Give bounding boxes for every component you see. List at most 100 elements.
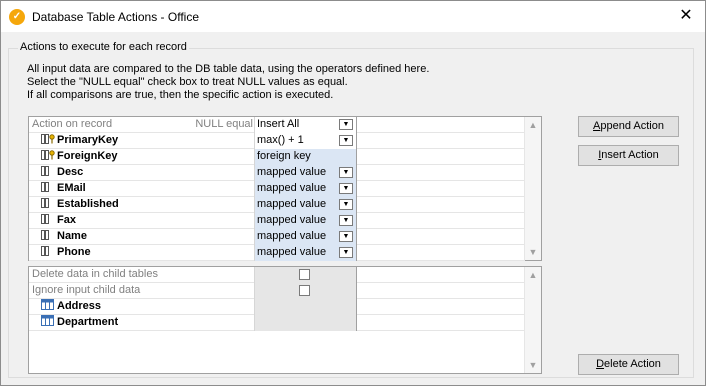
field-row: Phone mapped value ▼ [29, 245, 525, 261]
field-value: mapped value [257, 230, 327, 242]
column-field-icon [41, 246, 49, 256]
child-table-row: Department [29, 315, 525, 331]
field-value: mapped value [257, 246, 327, 258]
table-icon [41, 299, 54, 310]
action-select-value: Insert All [257, 118, 300, 130]
child-table-label: Address [57, 300, 102, 312]
field-name: ForeignKey [29, 149, 255, 165]
scroll-down-icon[interactable]: ▼ [525, 357, 541, 373]
scroll-up-icon[interactable]: ▲ [525, 117, 541, 133]
option-cell [255, 283, 357, 299]
child-table-cell [255, 299, 357, 315]
dropdown-arrow-icon[interactable]: ▼ [339, 215, 353, 226]
null-equal-label: NULL equal [195, 118, 253, 130]
field-name: Fax [29, 213, 255, 229]
button-label: nsert Action [601, 149, 659, 161]
mnemonic: D [596, 358, 605, 370]
description-line: Select the "NULL equal" check box to tre… [27, 76, 348, 88]
vertical-scrollbar[interactable]: ▲ ▼ [524, 117, 541, 260]
option-row: Ignore input child data [29, 283, 525, 299]
column-field-icon [41, 198, 49, 208]
column-field-icon [41, 230, 49, 240]
action-grid: Action on record NULL equal Insert All ▼… [28, 116, 542, 261]
column-field-icon [41, 166, 49, 176]
field-label: Desc [57, 166, 84, 178]
field-value: mapped value [257, 198, 327, 210]
field-label: Phone [57, 246, 91, 258]
field-value-select[interactable]: max() + 1 ▼ [255, 133, 357, 149]
option-checkbox[interactable] [299, 285, 310, 296]
field-value: mapped value [257, 166, 327, 178]
field-value-select[interactable]: mapped value ▼ [255, 245, 357, 261]
dropdown-arrow-icon[interactable]: ▼ [339, 183, 353, 194]
option-label: Ignore input child data [29, 283, 255, 299]
field-name: PrimaryKey [29, 133, 255, 149]
child-table-cell [255, 315, 357, 331]
action-header-row: Action on record NULL equal Insert All ▼ [29, 117, 525, 133]
action-select[interactable]: Insert All ▼ [255, 117, 357, 133]
child-table-name: Address [29, 299, 255, 315]
field-name: Desc [29, 165, 255, 181]
dropdown-arrow-icon[interactable]: ▼ [339, 199, 353, 210]
field-value: mapped value [257, 214, 327, 226]
field-value-select[interactable]: foreign key [255, 149, 357, 165]
child-table-name: Department [29, 315, 255, 331]
child-table-row: Address [29, 299, 525, 315]
button-label: elete Action [604, 358, 661, 370]
option-cell [255, 267, 357, 283]
title-bar: ✓ Database Table Actions - Office ✕ [1, 1, 705, 32]
field-value-select[interactable]: mapped value ▼ [255, 197, 357, 213]
insert-action-button[interactable]: Insert Action [578, 145, 679, 166]
field-value: mapped value [257, 182, 327, 194]
field-label: Name [57, 230, 87, 242]
dropdown-arrow-icon[interactable]: ▼ [339, 119, 353, 130]
vertical-scrollbar[interactable]: ▲ ▼ [524, 267, 541, 373]
close-button[interactable]: ✕ [677, 7, 695, 25]
field-name: Name [29, 229, 255, 245]
field-row: Desc mapped value ▼ [29, 165, 525, 181]
field-row: ForeignKey foreign key [29, 149, 525, 165]
description: All input data are compared to the DB ta… [27, 63, 429, 102]
column-field-icon [41, 214, 49, 224]
option-checkbox[interactable] [299, 269, 310, 280]
field-name: Established [29, 197, 255, 213]
field-label: ForeignKey [57, 150, 118, 162]
description-line: All input data are compared to the DB ta… [27, 63, 430, 75]
field-row: Name mapped value ▼ [29, 229, 525, 245]
app-logo-icon: ✓ [9, 8, 25, 25]
table-icon [41, 315, 54, 326]
field-value-select[interactable]: mapped value ▼ [255, 229, 357, 245]
field-value-select[interactable]: mapped value ▼ [255, 213, 357, 229]
field-row: Fax mapped value ▼ [29, 213, 525, 229]
field-name: Phone [29, 245, 255, 261]
button-label: ppend Action [600, 120, 664, 132]
field-label: PrimaryKey [57, 134, 119, 146]
delete-action-button[interactable]: Delete Action [578, 354, 679, 375]
dropdown-arrow-icon[interactable]: ▼ [339, 167, 353, 178]
option-row: Delete data in child tables [29, 267, 525, 283]
field-label: Established [57, 198, 119, 210]
append-action-button[interactable]: Append Action [578, 116, 679, 137]
option-label: Delete data in child tables [29, 267, 255, 283]
field-value-select[interactable]: mapped value ▼ [255, 165, 357, 181]
dropdown-arrow-icon[interactable]: ▼ [339, 231, 353, 242]
dropdown-arrow-icon[interactable]: ▼ [339, 247, 353, 258]
field-row: PrimaryKey max() + 1 ▼ [29, 133, 525, 149]
child-table-label: Department [57, 316, 119, 328]
key-field-icon [41, 134, 55, 144]
field-name: EMail [29, 181, 255, 197]
column-field-icon [41, 182, 49, 192]
field-value: max() + 1 [257, 134, 304, 146]
window-title: Database Table Actions - Office [32, 9, 199, 24]
field-row: EMail mapped value ▼ [29, 181, 525, 197]
dropdown-arrow-icon[interactable]: ▼ [339, 135, 353, 146]
description-line: If all comparisons are true, then the sp… [27, 89, 334, 101]
child-options-grid: Delete data in child tables Ignore input … [28, 266, 542, 374]
field-value-select[interactable]: mapped value ▼ [255, 181, 357, 197]
field-label: Fax [57, 214, 76, 226]
field-value: foreign key [257, 150, 311, 162]
field-label: EMail [57, 182, 86, 194]
key-field-icon [41, 150, 55, 160]
scroll-up-icon[interactable]: ▲ [525, 267, 541, 283]
scroll-down-icon[interactable]: ▼ [525, 244, 541, 260]
